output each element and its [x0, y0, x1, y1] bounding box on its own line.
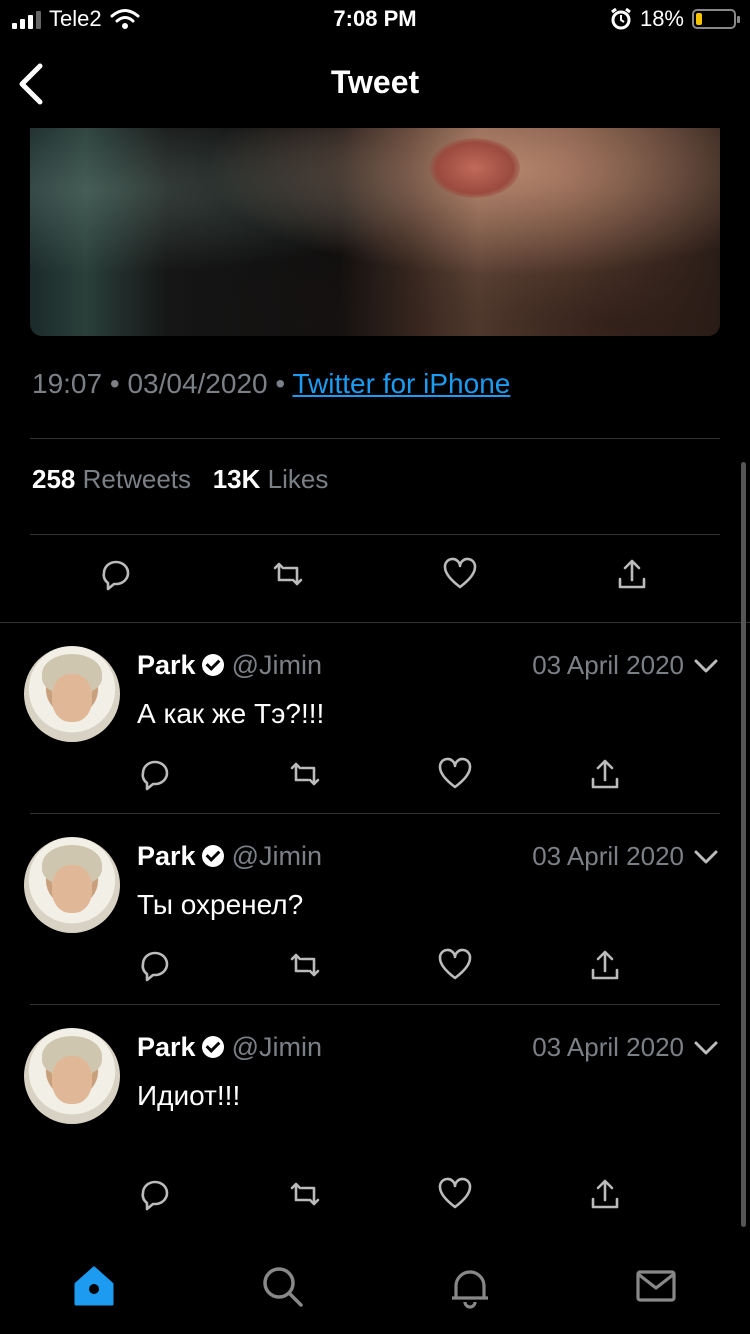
- tweet-actions: [30, 556, 720, 606]
- retweet-button[interactable]: [270, 556, 310, 596]
- retweet-icon: [290, 953, 320, 977]
- avatar[interactable]: [24, 646, 120, 742]
- chevron-down-icon[interactable]: [692, 843, 720, 871]
- verified-badge-icon: [201, 654, 224, 676]
- reply-button[interactable]: [137, 756, 177, 796]
- divider: [30, 1004, 720, 1005]
- heart-icon: [443, 557, 477, 589]
- retweet-icon: [290, 1182, 320, 1206]
- reply-handle: @Jimin: [231, 1032, 322, 1062]
- retweet-icon: [290, 762, 320, 786]
- reply-handle: @Jimin: [231, 650, 322, 680]
- reply-author[interactable]: Park @Jimin: [137, 1032, 322, 1063]
- separator: •: [109, 368, 120, 399]
- likes-count[interactable]: 13K: [213, 464, 261, 494]
- share-icon: [591, 1179, 619, 1209]
- reply-handle: @Jimin: [231, 841, 322, 871]
- avatar[interactable]: [24, 1028, 120, 1124]
- tweet-image[interactable]: [30, 128, 720, 336]
- verified-badge-icon: [201, 845, 224, 867]
- scrollbar[interactable]: [741, 462, 746, 1227]
- battery-level: [696, 13, 702, 25]
- verified-badge-icon: [201, 1036, 224, 1058]
- likes-label[interactable]: Likes: [268, 464, 329, 494]
- reply-icon: [141, 760, 169, 791]
- battery-icon: [692, 9, 740, 29]
- share-button[interactable]: [587, 756, 627, 796]
- reply-icon: [102, 560, 130, 591]
- share-button[interactable]: [587, 1176, 627, 1216]
- like-button[interactable]: [437, 947, 477, 987]
- alarm-icon: [611, 8, 631, 30]
- home-icon[interactable]: [70, 1262, 118, 1310]
- reply-icon: [141, 1180, 169, 1211]
- search-icon[interactable]: [258, 1262, 306, 1310]
- avatar[interactable]: [24, 837, 120, 933]
- heart-icon: [438, 757, 472, 789]
- retweet-button[interactable]: [287, 947, 327, 987]
- nav-bar: Tweet: [0, 40, 750, 128]
- retweets-label[interactable]: Retweets: [83, 464, 191, 494]
- tweet-time: 19:07: [32, 368, 103, 399]
- tweet-source-link[interactable]: Twitter for iPhone: [292, 368, 510, 399]
- reply-actions: [137, 1176, 657, 1226]
- like-button[interactable]: [437, 1176, 477, 1216]
- divider: [30, 813, 720, 814]
- reply-author[interactable]: Park @Jimin: [137, 841, 322, 872]
- retweet-icon: [273, 562, 303, 586]
- tweet-meta: 19:07 • 03/04/2020 • Twitter for iPhone: [32, 368, 510, 400]
- separator: •: [275, 368, 286, 399]
- reply-date: 03 April 2020: [532, 1032, 684, 1062]
- messages-icon[interactable]: [632, 1262, 680, 1310]
- reply-actions: [137, 947, 657, 997]
- heart-icon: [438, 948, 472, 980]
- share-button[interactable]: [587, 947, 627, 987]
- battery-percent: 18%: [639, 6, 684, 31]
- retweets-count[interactable]: 258: [32, 464, 75, 494]
- page-title: Tweet: [330, 64, 420, 100]
- reply-button[interactable]: [137, 947, 177, 987]
- share-icon: [618, 559, 646, 589]
- divider: [0, 622, 750, 623]
- reply-icon: [141, 951, 169, 982]
- share-icon: [591, 950, 619, 980]
- share-button[interactable]: [614, 556, 654, 596]
- reply-date: 03 April 2020: [532, 650, 684, 680]
- retweet-button[interactable]: [287, 1176, 327, 1216]
- reply-text: Ты охренел?: [137, 889, 304, 920]
- reply-text: Идиот!!!: [137, 1080, 241, 1111]
- divider: [30, 534, 720, 535]
- reply-author[interactable]: Park @Jimin: [137, 650, 322, 681]
- chevron-down-icon[interactable]: [692, 652, 720, 680]
- reply-actions: [137, 756, 657, 806]
- status-bar: Tele2 7:08 PM 18%: [0, 0, 750, 40]
- share-icon: [591, 759, 619, 789]
- like-button[interactable]: [442, 556, 482, 596]
- reply-button[interactable]: [137, 1176, 177, 1216]
- like-button[interactable]: [437, 756, 477, 796]
- notifications-icon[interactable]: [446, 1262, 494, 1310]
- tweet-date: 03/04/2020: [127, 368, 268, 399]
- tweet-stats: 258 Retweets 13K Likes: [32, 464, 328, 495]
- chevron-down-icon[interactable]: [692, 1034, 720, 1062]
- reply-button[interactable]: [98, 556, 138, 596]
- reply-text: А как же Тэ?!!!: [137, 698, 325, 729]
- tab-bar: [0, 1240, 750, 1334]
- divider: [30, 438, 720, 439]
- heart-icon: [438, 1177, 472, 1209]
- retweet-button[interactable]: [287, 756, 327, 796]
- reply-date: 03 April 2020: [532, 841, 684, 871]
